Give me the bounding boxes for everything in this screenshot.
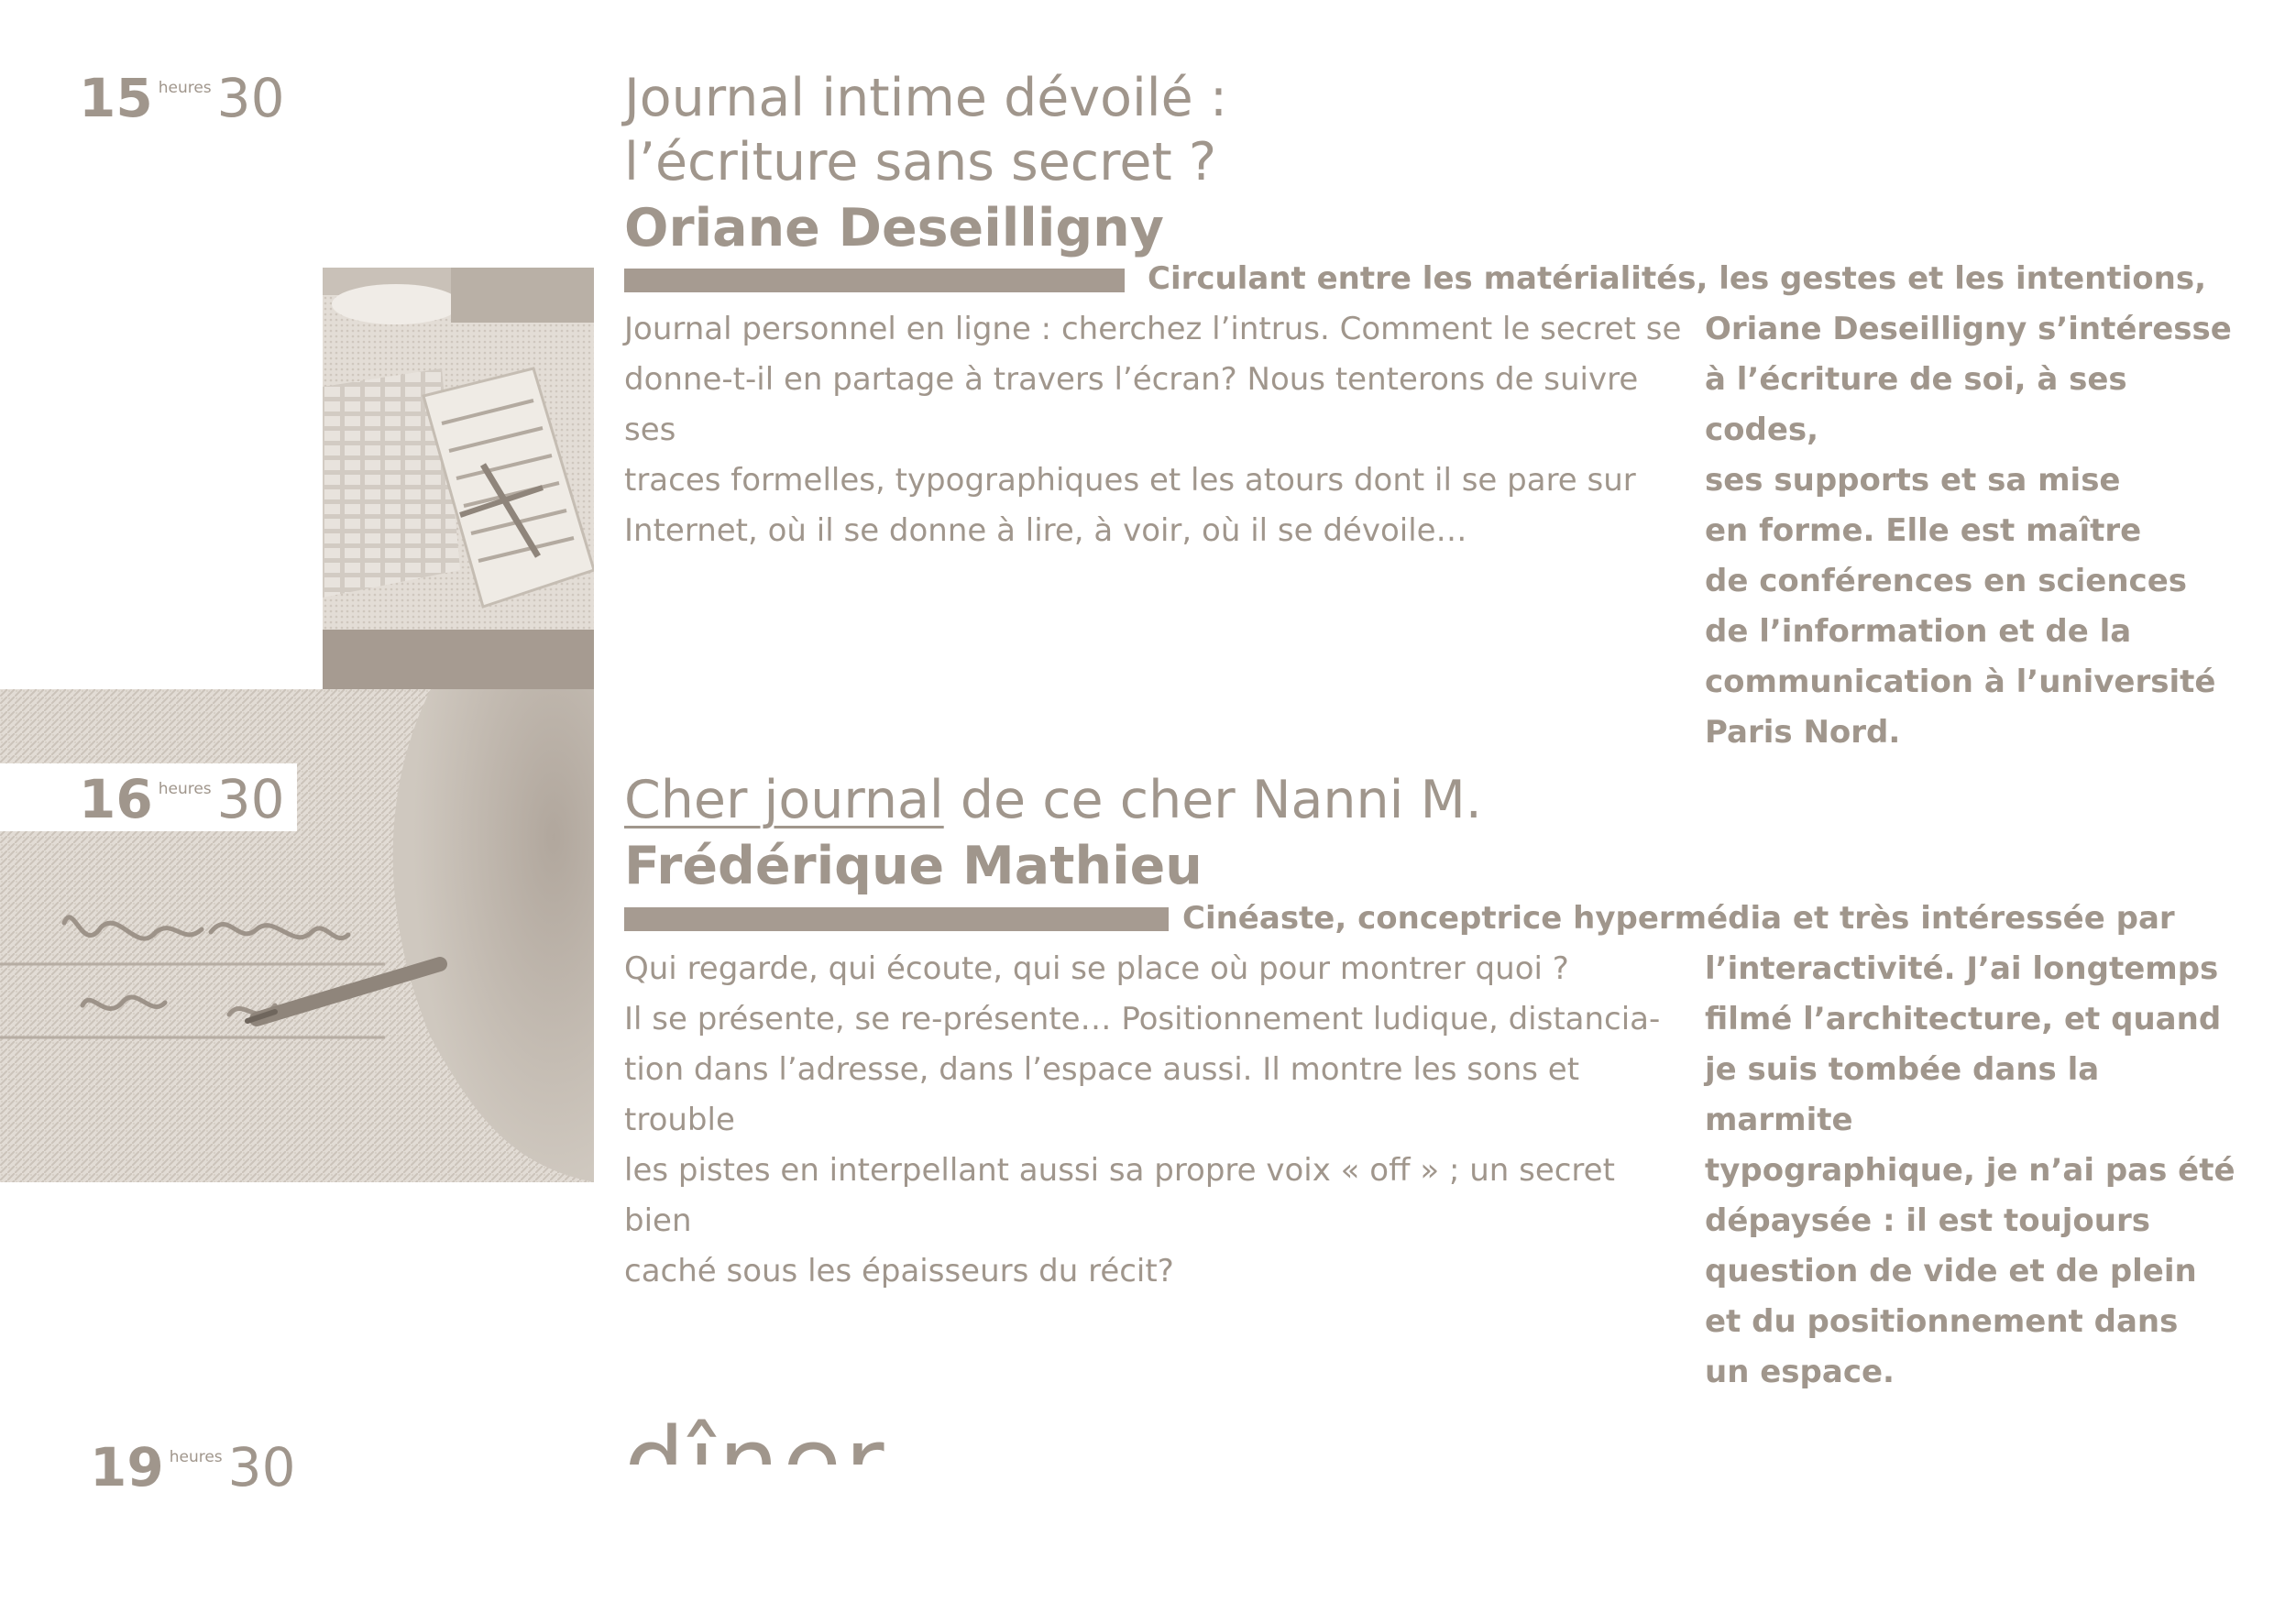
title-line: l’écriture sans secret ? bbox=[624, 132, 1217, 192]
speaker-name: Frédérique Mathieu bbox=[624, 836, 1203, 896]
speaker-bio: Oriane Deseilligny s’intéresse à l’écrit… bbox=[1705, 311, 2232, 751]
session-title: Cher journal de ce cher Nanni M. bbox=[624, 768, 1482, 832]
title-line: Journal intime dévoilé : bbox=[624, 68, 1228, 128]
photo-illustration bbox=[323, 268, 594, 689]
time-word: heures bbox=[158, 780, 212, 798]
speaker-bio: l’interactivité. J’ai longtemps filmé l’… bbox=[1705, 950, 2236, 1390]
speaker-bio-intro: Cinéaste, conceptrice hypermédia et très… bbox=[1182, 900, 2175, 937]
time-minutes: 30 bbox=[216, 768, 285, 830]
time-word: heures bbox=[158, 79, 212, 97]
session-description: Journal personnel en ligne : cherchez l’… bbox=[624, 311, 1682, 549]
session-time: 16 heures 30 bbox=[0, 763, 297, 831]
session-description: Qui regarde, qui écoute, qui se place où… bbox=[624, 950, 1661, 1289]
typewriter-notebook-photo bbox=[323, 268, 594, 689]
time-hour: 19 bbox=[90, 1436, 164, 1498]
time-hour: 16 bbox=[79, 768, 153, 830]
speaker-name: Oriane Deseilligny bbox=[624, 198, 1164, 258]
session-title: Journal intime dévoilé : l’écriture sans… bbox=[624, 66, 1227, 194]
title-rule bbox=[624, 907, 1169, 931]
time-hour: 15 bbox=[79, 67, 153, 129]
session-time: 15 heures 30 bbox=[79, 71, 284, 125]
time-minutes: 30 bbox=[227, 1436, 296, 1498]
dinner-title-clip: dîner bbox=[624, 1411, 991, 1465]
speaker-bio-intro: Circulant entre les matérialités, les ge… bbox=[1148, 260, 2207, 297]
time-word: heures bbox=[169, 1448, 223, 1466]
title-rule bbox=[624, 269, 1125, 292]
title-underlined: Cher journal bbox=[624, 770, 944, 830]
title-rest: de ce cher Nanni M. bbox=[943, 770, 1482, 830]
session-time: 19 heures 30 bbox=[90, 1441, 295, 1494]
dinner-title: dîner bbox=[624, 1415, 888, 1465]
time-minutes: 30 bbox=[216, 67, 285, 129]
